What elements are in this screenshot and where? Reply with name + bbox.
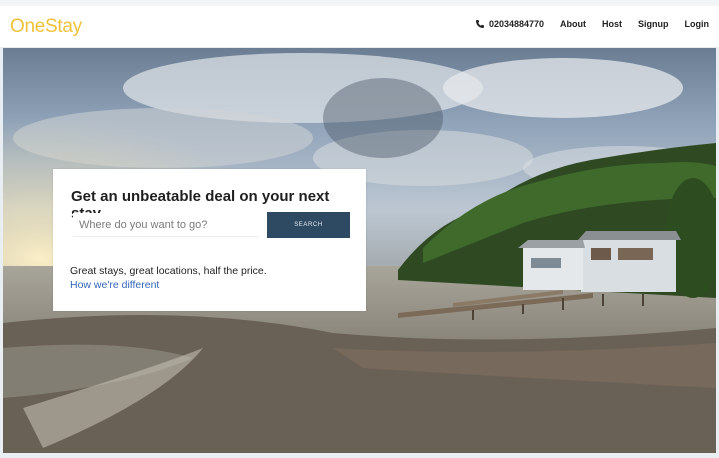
phone-number[interactable]: 02034884770 xyxy=(475,19,544,29)
search-card: Get an unbeatable deal on your next stay… xyxy=(53,169,366,311)
nav-login[interactable]: Login xyxy=(685,19,710,29)
tagline: Great stays, great locations, half the p… xyxy=(70,265,267,277)
phone-icon xyxy=(475,20,484,28)
nav-about[interactable]: About xyxy=(560,19,586,29)
site-header: OneStay 02034884770 About Host Signup Lo… xyxy=(0,6,719,48)
nav-signup[interactable]: Signup xyxy=(638,19,669,29)
how-we-are-different-link[interactable]: How we're different xyxy=(70,279,159,291)
destination-search-input[interactable] xyxy=(73,213,259,237)
logo[interactable]: OneStay xyxy=(10,16,82,38)
nav-host[interactable]: Host xyxy=(602,19,622,29)
search-button[interactable]: SEARCH xyxy=(267,212,350,238)
main-nav: 02034884770 About Host Signup Login xyxy=(475,19,709,29)
phone-number-text: 02034884770 xyxy=(488,19,544,29)
hero-section: Get an unbeatable deal on your next stay… xyxy=(3,48,716,453)
